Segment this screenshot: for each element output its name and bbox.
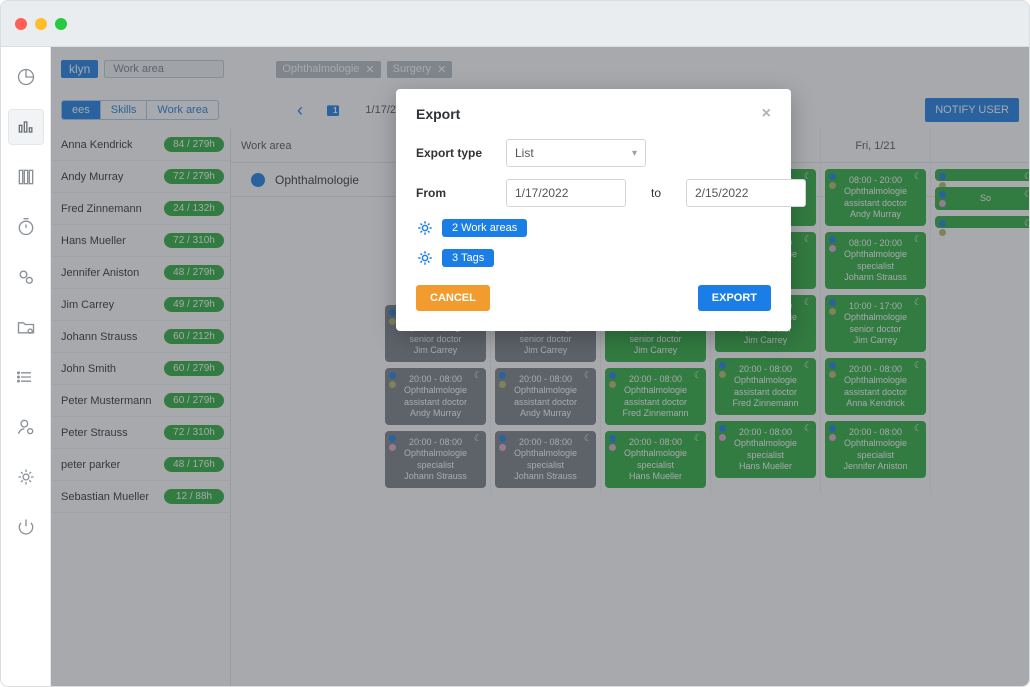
chevron-down-icon: ▾ [632,148,637,159]
work-areas-chip[interactable]: 2 Work areas [442,219,527,237]
gear-icon[interactable] [416,249,434,267]
app-window: klyn Work area Ophthalmologie✕ Surgery✕ … [0,0,1030,687]
power-icon[interactable] [8,509,44,545]
window-minimize-icon[interactable] [35,18,47,30]
nav-rail [1,47,51,686]
window-maximize-icon[interactable] [55,18,67,30]
settings-icon[interactable] [8,459,44,495]
export-modal: Export × Export type List ▾ From 1/17/20… [396,89,791,331]
titlebar [1,1,1029,47]
cancel-button[interactable]: CANCEL [416,285,490,311]
bar-chart-icon[interactable] [8,109,44,145]
folder-gear-icon[interactable] [8,309,44,345]
export-button[interactable]: EXPORT [698,285,771,311]
user-gear-icon[interactable] [8,409,44,445]
tags-chip[interactable]: 3 Tags [442,249,494,267]
content: klyn Work area Ophthalmologie✕ Surgery✕ … [1,47,1029,686]
gear-icon[interactable] [416,219,434,237]
to-date-input[interactable]: 2/15/2022 [686,179,806,207]
from-date-input[interactable]: 1/17/2022 [506,179,626,207]
to-label: to [636,186,676,200]
export-type-label: Export type [416,146,496,160]
gears-icon[interactable] [8,259,44,295]
stopwatch-icon[interactable] [8,209,44,245]
modal-title: Export [416,106,460,122]
export-type-select[interactable]: List ▾ [506,139,646,167]
pie-icon[interactable] [8,59,44,95]
books-icon[interactable] [8,159,44,195]
list-icon[interactable] [8,359,44,395]
modal-close-button[interactable]: × [762,105,771,123]
window-close-icon[interactable] [15,18,27,30]
from-label: From [416,186,496,200]
export-type-value: List [515,146,534,160]
